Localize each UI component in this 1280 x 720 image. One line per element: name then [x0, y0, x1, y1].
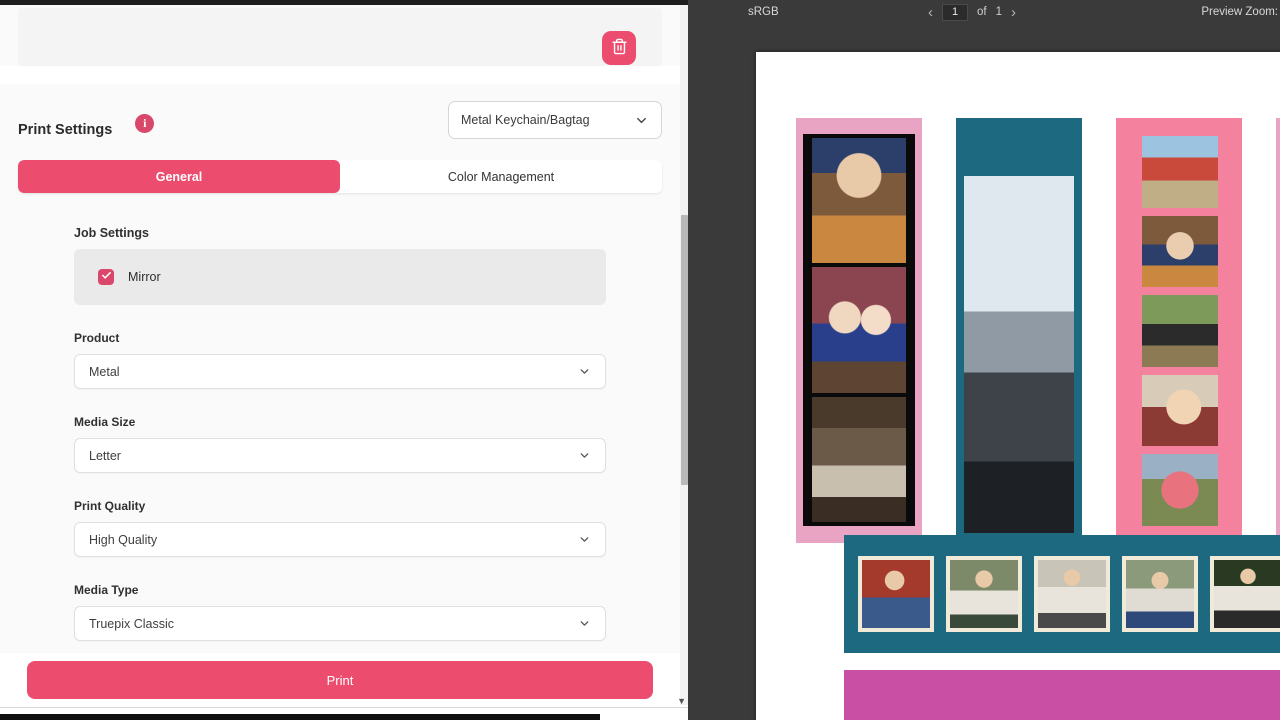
- job-settings-label: Job Settings: [74, 226, 150, 240]
- preview-page-sheet: [756, 52, 1280, 720]
- print-quality-value: High Quality: [89, 532, 158, 547]
- media-size-select[interactable]: Letter: [74, 438, 606, 473]
- media-type-select[interactable]: Truepix Classic: [74, 606, 606, 641]
- color-profile-label: sRGB: [748, 6, 779, 18]
- media-type-value: Truepix Classic: [89, 616, 174, 631]
- photo-thumbnail: [1142, 454, 1218, 526]
- print-quality-label: Print Quality: [74, 499, 146, 513]
- window-bottom-edge: [0, 714, 600, 720]
- photo-thumbnail: [812, 396, 906, 522]
- chevron-right-icon[interactable]: ›: [1011, 5, 1016, 20]
- chevron-left-icon[interactable]: ‹: [928, 5, 933, 20]
- page-number-input[interactable]: 1: [942, 3, 968, 21]
- bookmark-row: [796, 118, 1280, 543]
- product-select[interactable]: Metal: [74, 354, 606, 389]
- chevron-down-icon: [634, 113, 649, 128]
- panel-divider: [0, 66, 680, 84]
- settings-scroll-area: Print Settings i Metal Keychain/Bagtag G…: [0, 5, 680, 653]
- media-size-label: Media Size: [74, 415, 136, 429]
- photo-thumbnail: [964, 176, 1074, 533]
- bookmark-item[interactable]: [1116, 118, 1242, 543]
- bookmark-item[interactable]: [796, 118, 922, 543]
- print-dialog-window: Print Settings i Metal Keychain/Bagtag G…: [0, 0, 1280, 720]
- page-title: Print Settings: [18, 122, 113, 138]
- trash-icon: [611, 38, 628, 58]
- print-preview-pane: sRGB ‹ 1 of 1 › Preview Zoom:: [688, 0, 1280, 720]
- job-settings-box: Mirror: [74, 249, 606, 305]
- banner-photo: [1210, 556, 1280, 632]
- banner-photo: [1034, 556, 1110, 632]
- filmstrip-graphic: [803, 134, 915, 526]
- chevron-down-icon: [578, 365, 591, 378]
- print-action-bar: Print: [0, 653, 680, 707]
- banner-photo: [858, 556, 934, 632]
- tab-general[interactable]: General: [18, 160, 340, 193]
- product-value: Metal: [89, 364, 120, 379]
- field-media-size: Media Size Letter: [74, 415, 606, 473]
- media-type-label: Media Type: [74, 583, 139, 597]
- photo-stack: [1142, 136, 1218, 526]
- settings-scrollbar[interactable]: [680, 5, 688, 705]
- banner-photo: [1122, 556, 1198, 632]
- info-icon[interactable]: i: [135, 114, 155, 133]
- check-icon: [101, 268, 112, 286]
- photo-thumbnail: [1142, 215, 1218, 288]
- delete-job-button[interactable]: [602, 31, 636, 65]
- mirror-label: Mirror: [128, 270, 161, 284]
- page-navigation: ‹ 1 of 1 ›: [928, 3, 1016, 21]
- scroll-down-arrow[interactable]: ▼: [677, 696, 686, 706]
- print-settings-panel: Print Settings i Metal Keychain/Bagtag G…: [0, 0, 688, 720]
- settings-body: Print Settings i Metal Keychain/Bagtag G…: [0, 84, 680, 653]
- product-type-value: Metal Keychain/Bagtag: [461, 113, 590, 127]
- field-print-quality: Print Quality High Quality: [74, 499, 606, 557]
- chevron-down-icon: [578, 617, 591, 630]
- print-quality-select[interactable]: High Quality: [74, 522, 606, 557]
- print-button[interactable]: Print: [27, 661, 653, 699]
- chevron-down-icon: [578, 449, 591, 462]
- field-product: Product Metal: [74, 331, 606, 389]
- photo-banner[interactable]: [844, 535, 1280, 653]
- product-type-select[interactable]: Metal Keychain/Bagtag: [448, 101, 662, 139]
- bookmark-item[interactable]: [1276, 118, 1280, 543]
- product-label: Product: [74, 331, 120, 345]
- media-size-value: Letter: [89, 448, 121, 463]
- banner-photo: [946, 556, 1022, 632]
- preview-canvas[interactable]: [688, 24, 1280, 720]
- photo-thumbnail: [1142, 295, 1218, 367]
- photo-thumbnail: [812, 138, 906, 264]
- photo-thumbnail: [812, 267, 906, 393]
- tab-color-management[interactable]: Color Management: [340, 160, 662, 193]
- bookmark-item[interactable]: [956, 118, 1082, 543]
- preview-toolbar: sRGB ‹ 1 of 1 › Preview Zoom:: [688, 0, 1280, 24]
- chevron-down-icon: [578, 533, 591, 546]
- mirror-checkbox[interactable]: [98, 269, 114, 285]
- job-preview-card: [18, 8, 662, 66]
- page-of-label: of: [977, 6, 987, 18]
- preview-zoom-label: Preview Zoom:: [1201, 6, 1278, 18]
- settings-tabs: General Color Management: [18, 160, 662, 193]
- magenta-banner[interactable]: [844, 670, 1280, 720]
- photo-thumbnail: [1142, 136, 1218, 208]
- field-media-type: Media Type Truepix Classic: [74, 583, 606, 641]
- photo-thumbnail: [1142, 374, 1218, 447]
- total-pages-label: 1: [995, 6, 1002, 18]
- general-tab-content: Job Settings Mirror Product Metal Media …: [18, 226, 662, 641]
- scrollbar-thumb[interactable]: [681, 215, 688, 485]
